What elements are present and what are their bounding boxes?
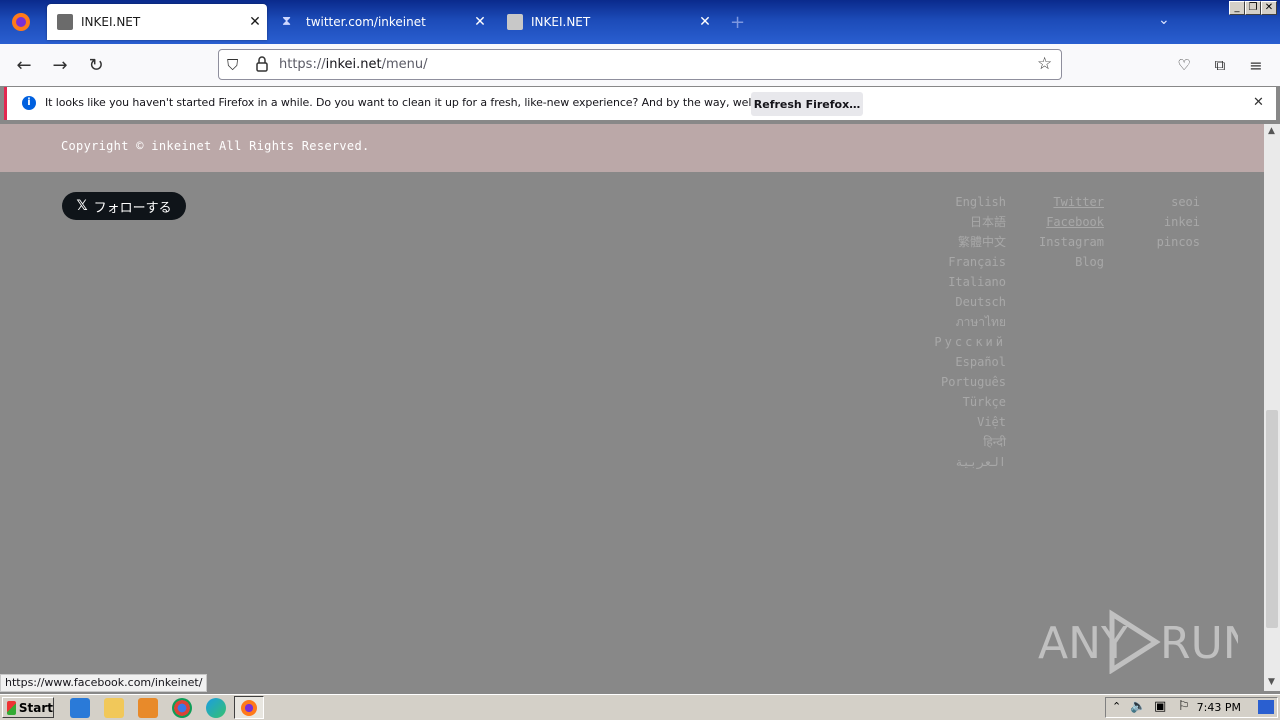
tray-expand-icon[interactable]: ⌃	[1112, 700, 1121, 713]
language-link[interactable]: Español	[934, 354, 1006, 374]
edge-icon[interactable]	[206, 698, 226, 718]
minimize-icon[interactable]: _	[1229, 1, 1245, 15]
close-tab-icon[interactable]: ✕	[243, 14, 267, 30]
anyrun-watermark: ANY RUN	[1038, 608, 1256, 675]
nav-bar: ← → ↻ ⛉ https://inkei.net/menu/ ☆ ♡ ⧉ ≡	[0, 44, 1280, 86]
url-scheme: https://	[279, 57, 326, 72]
close-notification-icon[interactable]: ✕	[1253, 95, 1264, 110]
social-list: Twitter Facebook Instagram Blog	[1039, 194, 1104, 274]
forward-arrow-icon[interactable]: →	[49, 54, 71, 76]
shield-icon[interactable]: ⛉	[227, 56, 238, 74]
follow-label: フォローする	[93, 200, 172, 216]
firefox-icon	[241, 700, 257, 716]
instagram-link[interactable]: Instagram	[1039, 234, 1104, 254]
copyright-band: Copyright © inkeinet All Rights Reserved…	[0, 124, 1264, 172]
hourglass-icon: ⧗	[282, 14, 292, 29]
tab-title: twitter.com/inkeinet	[306, 15, 426, 29]
people-list: seoi inkei pincos	[1157, 194, 1200, 254]
language-link[interactable]: Türkçe	[934, 394, 1006, 414]
restore-icon[interactable]: ❐	[1245, 1, 1261, 15]
volume-icon[interactable]: 🔈	[1130, 699, 1146, 714]
close-tab-icon[interactable]: ✕	[468, 14, 492, 30]
url-text: https://inkei.net/menu/	[279, 57, 428, 72]
status-link-url: https://www.facebook.com/inkeinet/	[0, 674, 208, 692]
tab-list-chevron-icon[interactable]: ⌄	[1158, 12, 1170, 28]
tab-bar: INKEI.NET ✕ ⧗ twitter.com/inkeinet ✕ INK…	[0, 0, 1280, 44]
reload-icon[interactable]: ↻	[85, 54, 107, 76]
language-link[interactable]: Deutsch	[934, 294, 1006, 314]
language-link[interactable]: Français	[934, 254, 1006, 274]
person-link[interactable]: inkei	[1157, 214, 1200, 234]
tab-title: INKEI.NET	[531, 15, 591, 29]
tab-title: INKEI.NET	[81, 15, 141, 29]
language-link[interactable]: Português	[934, 374, 1006, 394]
clock[interactable]: 7:43 PM	[1197, 701, 1241, 714]
start-label: Start	[18, 700, 53, 715]
language-link[interactable]: हिन्दी	[934, 434, 1006, 454]
url-path: /menu/	[381, 57, 428, 72]
windows-logo-icon	[7, 700, 16, 715]
copyright-text: Copyright © inkeinet All Rights Reserved…	[61, 139, 370, 153]
twitter-link[interactable]: Twitter	[1039, 194, 1104, 214]
hamburger-menu-icon[interactable]: ≡	[1245, 54, 1267, 76]
close-window-icon[interactable]: ✕	[1261, 1, 1277, 15]
language-link[interactable]: 日本語	[934, 214, 1006, 234]
language-list: English 日本語 繁體中文 Français Italiano Deuts…	[934, 194, 1006, 474]
scroll-down-icon[interactable]: ▼	[1268, 677, 1275, 687]
windows-taskbar: Start ⌃ 🔈 ▣ ⚐ 7:43 PM	[0, 694, 1280, 720]
language-link[interactable]: Italiano	[934, 274, 1006, 294]
pocket-icon[interactable]: ♡	[1173, 54, 1195, 76]
start-button[interactable]: Start	[2, 697, 54, 718]
language-link[interactable]: English	[934, 194, 1006, 214]
language-link[interactable]: Việt	[934, 414, 1006, 434]
tab-inkei-2[interactable]: INKEI.NET ✕	[497, 4, 717, 40]
language-link[interactable]: ภาษาไทย	[934, 314, 1006, 334]
facebook-link[interactable]: Facebook	[1039, 214, 1104, 234]
media-player-icon[interactable]	[138, 698, 158, 718]
taskbar-firefox-button[interactable]	[234, 696, 264, 719]
watermark-text-left: ANY	[1038, 618, 1128, 669]
page-content: Copyright © inkeinet All Rights Reserved…	[0, 124, 1264, 691]
show-desktop-icon[interactable]	[1258, 700, 1274, 714]
person-link[interactable]: seoi	[1157, 194, 1200, 214]
language-link[interactable]: 繁體中文	[934, 234, 1006, 254]
refresh-firefox-button[interactable]: Refresh Firefox…	[751, 92, 863, 116]
url-bar[interactable]: ⛉ https://inkei.net/menu/ ☆	[218, 49, 1062, 80]
ie-icon[interactable]	[70, 698, 90, 718]
close-tab-icon[interactable]: ✕	[693, 14, 717, 30]
url-host: inkei.net	[325, 57, 382, 72]
tab-inkei-active[interactable]: INKEI.NET ✕	[47, 4, 267, 40]
language-link[interactable]: Русский	[934, 334, 1006, 354]
watermark-text-right: RUN	[1160, 618, 1238, 669]
bookmark-star-icon[interactable]: ☆	[1037, 54, 1052, 74]
inkei-favicon-icon	[507, 14, 523, 30]
back-arrow-icon[interactable]: ←	[13, 54, 35, 76]
chrome-icon[interactable]	[172, 698, 192, 718]
scroll-thumb[interactable]	[1266, 410, 1278, 628]
lock-icon[interactable]	[255, 55, 269, 77]
person-link[interactable]: pincos	[1157, 234, 1200, 254]
scroll-up-icon[interactable]: ▲	[1268, 126, 1275, 136]
x-follow-button[interactable]: 𝕏 フォローする	[62, 192, 186, 220]
notification-message: It looks like you haven't started Firefo…	[45, 96, 815, 109]
x-logo-icon: 𝕏	[76, 198, 88, 214]
inkei-favicon-icon	[57, 14, 73, 30]
system-tray: ⌃ 🔈 ▣ ⚐ 7:43 PM	[1105, 697, 1278, 718]
folder-icon[interactable]	[104, 698, 124, 718]
page-scrollbar[interactable]: ▲ ▼	[1264, 124, 1280, 691]
info-icon: i	[22, 96, 36, 110]
flag-icon[interactable]: ⚐	[1178, 699, 1190, 714]
extensions-icon[interactable]: ⧉	[1209, 54, 1231, 76]
language-link[interactable]: العربية	[934, 454, 1006, 474]
firefox-menu-icon[interactable]	[0, 0, 42, 44]
network-icon[interactable]: ▣	[1154, 699, 1166, 714]
tab-twitter[interactable]: ⧗ twitter.com/inkeinet ✕	[272, 4, 492, 40]
notification-bar: i It looks like you haven't started Fire…	[4, 87, 1276, 120]
blog-link[interactable]: Blog	[1039, 254, 1104, 274]
new-tab-icon[interactable]: +	[730, 12, 745, 33]
